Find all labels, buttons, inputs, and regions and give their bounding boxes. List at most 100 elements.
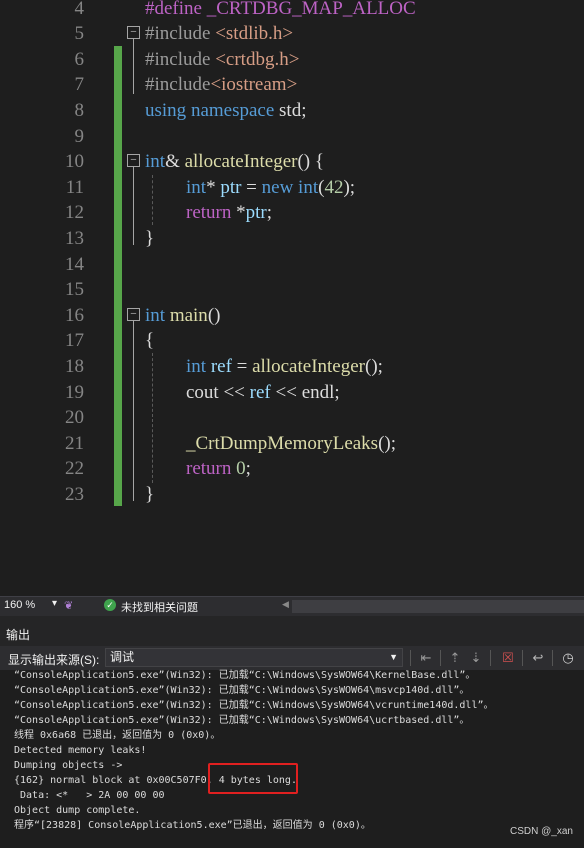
output-line: “ConsoleApplication5.exe”(Win32): 已加载“C:…: [14, 715, 470, 726]
fold-toggle-main[interactable]: −: [127, 308, 140, 321]
find-message-icon[interactable]: ⇤: [418, 650, 434, 666]
code-token: ();: [365, 356, 383, 377]
line-number: 9: [74, 126, 85, 147]
check-icon: ✓: [104, 599, 116, 611]
code-token: ptr: [220, 177, 242, 198]
code-line-19[interactable]: cout << ref << endl;: [186, 380, 340, 406]
line-number: 17: [65, 330, 84, 351]
code-line-17[interactable]: {: [145, 328, 154, 354]
issues-status[interactable]: 未找到相关问题: [121, 599, 198, 615]
output-line: “ConsoleApplication5.exe”(Win32): 已加载“C:…: [14, 685, 470, 696]
copilot-icon[interactable]: ❦: [64, 599, 73, 612]
output-line: “ConsoleApplication5.exe”(Win32): 已加载“C:…: [14, 700, 494, 711]
clear-all-icon[interactable]: ☒: [500, 650, 516, 666]
code-line-11[interactable]: int* ptr = new int(42);: [186, 175, 355, 201]
code-token: new: [261, 177, 294, 198]
line-number: 21: [65, 433, 84, 454]
fold-guide: [133, 39, 134, 94]
code-token: 42: [324, 177, 344, 198]
code-token: <<: [270, 382, 302, 403]
code-line-12[interactable]: return *ptr;: [186, 200, 272, 226]
line-number: 14: [65, 254, 84, 275]
fold-guide: [133, 321, 134, 501]
code-token: }: [145, 228, 155, 249]
code-token: endl: [301, 382, 335, 403]
code-line-10[interactable]: int& allocateInteger() {: [145, 149, 324, 175]
toolbar-separator: [552, 650, 553, 666]
code-token: 0: [236, 458, 246, 479]
code-token: (): [207, 305, 221, 326]
code-token: {: [145, 330, 155, 351]
code-line-5[interactable]: #include <stdlib.h>: [145, 21, 293, 47]
code-token: <iostream>: [210, 74, 298, 95]
line-number: 13: [65, 228, 84, 249]
code-token: *: [231, 202, 246, 223]
code-token: int: [145, 305, 166, 326]
code-token: <<: [218, 382, 250, 403]
code-token: ;: [245, 458, 251, 479]
code-token: namespace: [190, 100, 275, 121]
line-number: 15: [65, 279, 84, 300]
output-panel-title: 输出: [6, 628, 31, 642]
code-line-16[interactable]: int main(): [145, 303, 220, 329]
word-wrap-icon[interactable]: ↩: [530, 650, 546, 666]
code-token: #define: [145, 0, 202, 19]
code-token: allocateInteger: [184, 151, 298, 172]
code-token: ;: [266, 202, 273, 223]
code-token: () {: [297, 151, 324, 172]
horizontal-scrollbar[interactable]: [292, 600, 584, 613]
code-line-18[interactable]: int ref = allocateInteger();: [186, 354, 383, 380]
code-token: using: [145, 100, 187, 121]
toolbar-separator: [410, 650, 411, 666]
code-token: =: [241, 177, 262, 198]
toolbar-separator: [522, 650, 523, 666]
code-token: return: [186, 458, 232, 479]
code-token: &: [165, 151, 185, 172]
line-number: 23: [65, 484, 84, 505]
code-token: <crtdbg.h>: [210, 49, 300, 70]
output-source-label: 显示输出来源(S):: [8, 653, 100, 667]
fold-toggle-includes[interactable]: −: [127, 26, 140, 39]
code-line-7[interactable]: #include<iostream>: [145, 72, 297, 98]
code-token: std;: [274, 100, 307, 121]
editor-status-bar: 160 % ▾ ❦ ✓ 未找到相关问题 ◀: [0, 596, 584, 616]
code-line-21[interactable]: _CrtDumpMemoryLeaks();: [186, 431, 396, 457]
code-token: return: [186, 202, 232, 223]
code-token: #include: [145, 74, 211, 95]
code-token: int: [186, 177, 207, 198]
code-token: #include: [145, 49, 211, 70]
zoom-level[interactable]: 160 %: [4, 599, 35, 611]
code-line-23[interactable]: }: [145, 482, 154, 508]
code-line-13[interactable]: }: [145, 226, 154, 252]
code-token: int: [298, 177, 319, 198]
code-token: int: [186, 356, 207, 377]
watermark: CSDN @_xan: [510, 826, 573, 837]
line-number: 4: [74, 0, 85, 19]
output-line: Detected memory leaks!: [14, 745, 147, 756]
line-number: 5: [74, 23, 85, 44]
toolbar-separator: [490, 650, 491, 666]
line-number: 18: [65, 356, 84, 377]
line-number: 11: [65, 177, 84, 198]
code-token: <stdlib.h>: [210, 23, 294, 44]
code-line-22[interactable]: return 0;: [186, 456, 251, 482]
code-line-6[interactable]: #include <crtdbg.h>: [145, 47, 299, 73]
output-source-value: 调试: [110, 650, 135, 664]
fold-guide: [133, 167, 134, 245]
highlight-annotation-box: [208, 763, 298, 794]
code-token: *: [206, 177, 221, 198]
code-token: int: [145, 151, 166, 172]
next-message-icon[interactable]: ⇣: [468, 650, 484, 666]
output-line: 程序“[23828] ConsoleApplication5.exe”已退出，返…: [14, 820, 371, 831]
clock-icon[interactable]: ◷: [560, 650, 576, 666]
code-token: );: [343, 177, 356, 198]
code-editor[interactable]: − − − 4 5 6 7 8 9 10 11 12 13 14 15 16 1…: [0, 0, 584, 596]
code-token: allocateInteger: [252, 356, 365, 377]
fold-toggle-allocateInteger[interactable]: −: [127, 154, 140, 167]
code-line-4[interactable]: #define _CRTDBG_MAP_ALLOC: [145, 0, 416, 22]
output-source-select[interactable]: 调试 ▼: [105, 648, 403, 667]
previous-message-icon[interactable]: ⇡: [447, 650, 463, 666]
chevron-down-icon[interactable]: ▾: [52, 598, 57, 609]
code-line-8[interactable]: using namespace std;: [145, 98, 306, 124]
scroll-left-icon[interactable]: ◀: [282, 599, 289, 610]
